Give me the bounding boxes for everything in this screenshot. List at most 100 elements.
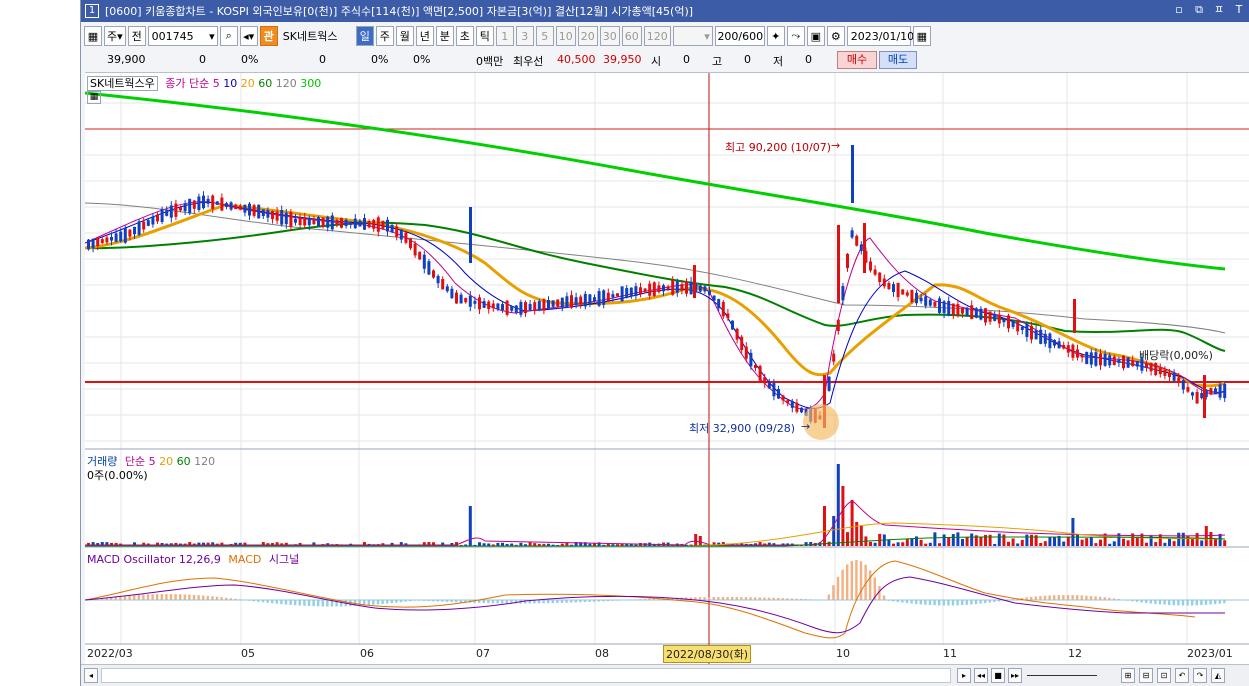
candle [192,200,196,209]
candle [583,293,587,307]
sell-button[interactable]: 매도 [879,51,917,69]
candle [110,236,113,241]
period-select[interactable]: 주 ▾ [104,26,126,46]
interval-30[interactable]: 30 [599,26,620,46]
gear-icon[interactable]: ⚙ [826,26,845,46]
candle [993,314,997,321]
interval-10[interactable]: 10 [555,26,576,46]
tab-year[interactable]: 년 [415,26,434,46]
candle [767,382,771,389]
tab-tick[interactable]: 틱 [475,26,494,46]
candle [693,265,696,298]
candle [91,238,95,248]
candle [749,352,753,367]
code-input[interactable]: 001745 ▾ [147,26,218,46]
tab-day[interactable]: 일 [355,26,374,46]
chart-area[interactable]: SK네트웍스우 종가 단순 5 10 20 60 120 300 ▦ 최고 90… [84,72,1249,672]
interval-20[interactable]: 20 [577,26,598,46]
stop-icon[interactable]: ■ [991,668,1005,683]
price-chart-svg[interactable] [84,73,1249,665]
pin-icon[interactable]: ㅍ [1212,3,1226,17]
candle [790,401,794,408]
scroll-right-icon[interactable]: ▸ [957,668,971,683]
scroll-track[interactable] [101,668,951,683]
scroll-left-icon[interactable]: ◂ [84,668,98,683]
candle [846,253,849,269]
scrollbar-area[interactable]: ◂ ▸ ◂◂ ■ ▸▸ ⊞ ⊟ ⊡ ↶ ↷ ◭ [81,664,1249,686]
grid-toggle-icon[interactable]: ▦ [87,91,101,104]
volume-bar [1108,543,1112,546]
text-icon[interactable]: T [1232,3,1246,17]
last-page-icon[interactable]: ▸▸ [1008,668,1022,683]
candle [970,305,974,320]
volume-bar [1168,538,1171,546]
zoom-in-icon[interactable]: ⊞ [1121,668,1135,683]
interval-5[interactable]: 5 [535,26,554,46]
volume-bar [993,543,997,546]
candle [1191,392,1194,396]
tab-week[interactable]: 주 [375,26,394,46]
prev-button[interactable]: 전 [127,26,146,46]
candle [648,283,652,296]
macd-bar [974,600,978,605]
tab-minute[interactable]: 분 [435,26,454,46]
candle [312,219,316,225]
zoom-out-icon[interactable]: ⊟ [1139,668,1153,683]
volume-bar [1002,534,1006,546]
candle [151,216,155,225]
ma300-legend: 300 [300,77,322,90]
interval-1[interactable]: 1 [495,26,514,46]
interval-60[interactable]: 60 [621,26,642,46]
candle [1218,384,1222,398]
undo-icon[interactable]: ↶ [1175,668,1189,683]
first-page-icon[interactable]: ◂◂ [974,668,988,683]
layout-icon[interactable]: ▦ [84,26,102,46]
candle [1080,354,1084,358]
redo-icon[interactable]: ↷ [1193,668,1207,683]
interval-custom[interactable]: ▾ [672,26,713,46]
stock-legend-name: SK네트웍스우 [87,76,158,91]
candle [675,281,679,293]
chart-type-icon[interactable]: ◭ [1211,668,1225,683]
candle [579,296,583,305]
macd-bar [846,564,849,601]
candle [652,282,656,297]
interval-120[interactable]: 120 [643,26,671,46]
macd-bar [919,600,922,605]
interval-3[interactable]: 3 [515,26,534,46]
candle [1112,356,1116,366]
candle [1122,355,1125,369]
date-input[interactable]: 2023/01/10 [846,26,914,46]
candle [252,205,256,216]
fit-icon[interactable]: ⊡ [1157,668,1171,683]
volume-bar [997,533,1001,546]
candle [643,288,647,292]
restore-icon[interactable]: ▫ [1172,3,1186,17]
macd-bar [855,560,858,601]
ma10-legend: 10 [223,77,238,90]
calendar-icon[interactable]: ▦ [912,26,931,46]
count-input[interactable]: 200/600 [714,26,765,46]
watch-badge[interactable]: 관 [259,26,278,46]
candle [616,293,619,297]
buy-button[interactable]: 매수 [837,51,877,69]
crosshair-icon[interactable]: ✦ [766,26,785,46]
zoom-slider[interactable] [1027,675,1097,676]
save-icon[interactable]: ▣ [806,26,825,46]
macd-bar [303,600,306,606]
search-icon[interactable]: ⌕ [219,26,238,46]
candle [1048,333,1052,349]
macd-bar [317,600,320,607]
candle [915,292,918,304]
tab-month[interactable]: 월 [395,26,414,46]
candle [1016,321,1020,332]
current-price: 39,900 [107,53,146,66]
draw-icon[interactable]: ⤳ [786,26,805,46]
high-arrow-icon: → [831,139,841,152]
macd-bar [951,600,955,606]
ma120-line [84,202,1226,334]
xaxis-label: 08 [595,647,609,660]
speaker-icon[interactable]: ◂▾ [239,26,258,46]
copy-icon[interactable]: ⧉ [1192,3,1206,17]
tab-second[interactable]: 초 [455,26,474,46]
